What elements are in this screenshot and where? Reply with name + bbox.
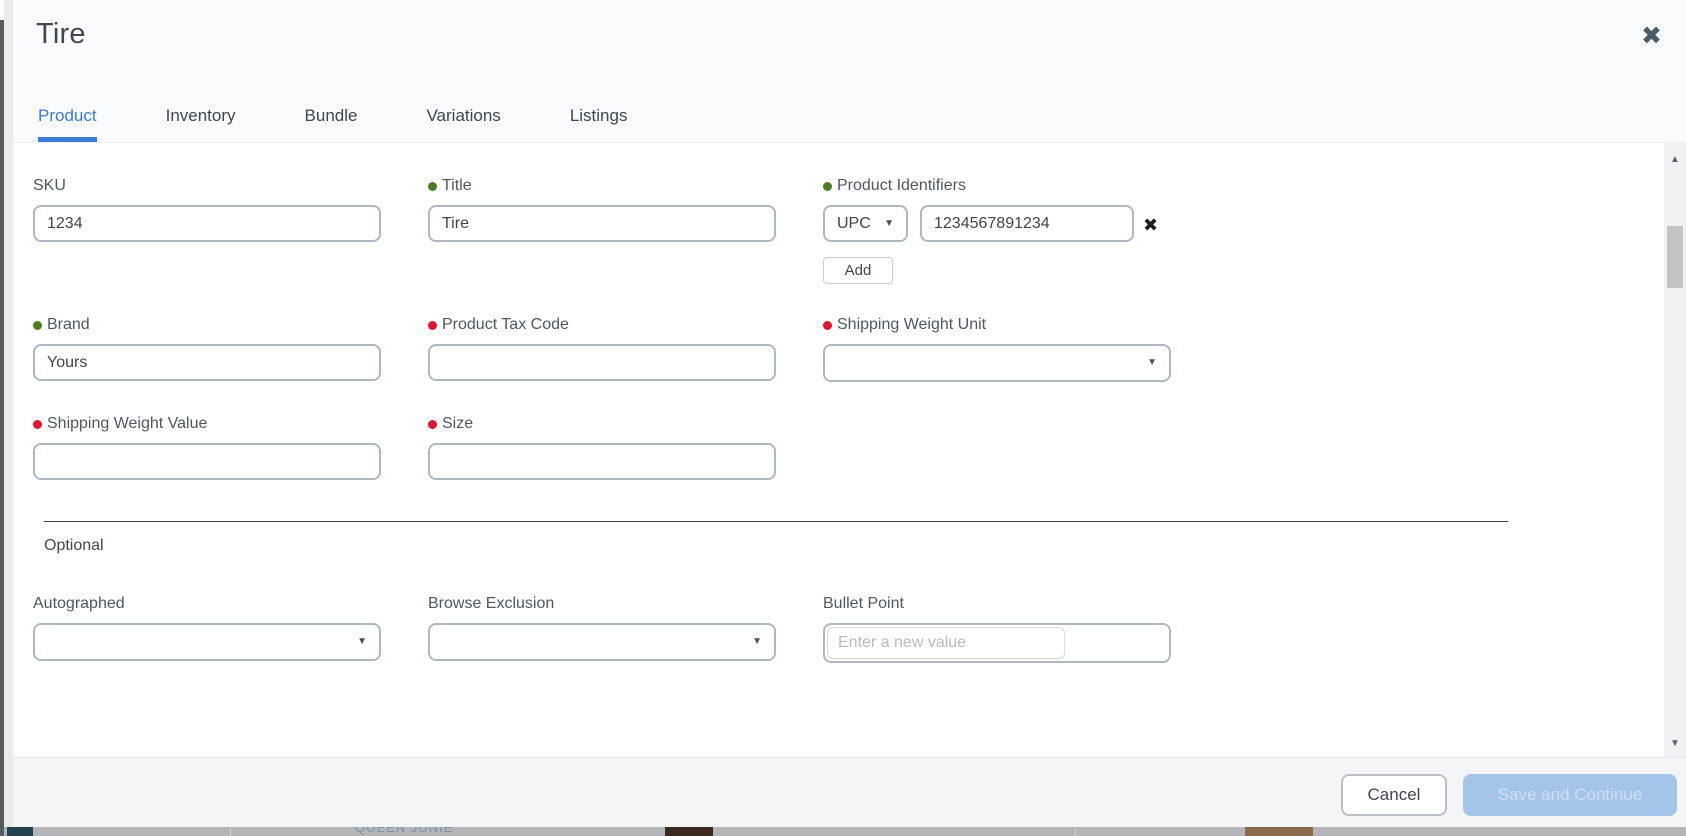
bullet-point-tag-container bbox=[823, 623, 1171, 663]
add-identifier-button[interactable]: Add bbox=[823, 257, 893, 284]
backdrop-gutter bbox=[4, 0, 13, 836]
autographed-label: Autographed bbox=[33, 595, 125, 612]
product-identifiers-label: Product Identifiers bbox=[823, 176, 1183, 196]
sku-label: SKU bbox=[33, 177, 66, 194]
section-divider bbox=[44, 521, 1508, 522]
size-label: Size bbox=[428, 414, 776, 434]
recommended-dot-icon bbox=[428, 181, 437, 191]
sku-input[interactable] bbox=[33, 205, 381, 242]
browse-exclusion-select[interactable]: ▼ bbox=[428, 623, 776, 661]
identifier-type-select[interactable]: UPC ▼ bbox=[823, 205, 908, 242]
modal-title: Tire bbox=[36, 18, 86, 50]
field-title: Title bbox=[428, 176, 776, 242]
chevron-down-icon: ▼ bbox=[357, 636, 367, 647]
background-row-text: QUEEN JUNIE bbox=[355, 827, 454, 835]
shipping-weight-value-label: Shipping Weight Value bbox=[33, 414, 381, 434]
optional-section-label: Optional bbox=[44, 537, 104, 554]
shipping-weight-unit-label: Shipping Weight Unit bbox=[823, 315, 1171, 335]
background-page-sliver: QUEEN JUNIE bbox=[4, 827, 1686, 836]
field-autographed: Autographed ▼ bbox=[33, 594, 381, 661]
field-browse-exclusion: Browse Exclusion ▼ bbox=[428, 594, 776, 661]
size-input[interactable] bbox=[428, 443, 776, 480]
tab-product[interactable]: Product bbox=[38, 106, 97, 142]
screenshot-stage: Tire ✖ Product Inventory Bundle Variatio… bbox=[0, 0, 1686, 836]
vertical-scrollbar[interactable]: ▲ ▼ bbox=[1664, 143, 1686, 757]
field-product-tax-code: Product Tax Code bbox=[428, 315, 776, 381]
chevron-down-icon: ▼ bbox=[752, 636, 762, 647]
save-and-continue-button[interactable]: Save and Continue bbox=[1463, 774, 1677, 816]
bullet-point-input[interactable] bbox=[827, 627, 1065, 659]
scrollbar-thumb[interactable] bbox=[1667, 226, 1683, 288]
product-tax-code-input[interactable] bbox=[428, 344, 776, 381]
field-size: Size bbox=[428, 414, 776, 480]
tab-bar: Product Inventory Bundle Variations List… bbox=[38, 106, 628, 142]
title-input[interactable] bbox=[428, 205, 776, 242]
recommended-dot-icon bbox=[33, 320, 42, 330]
shipping-weight-value-input[interactable] bbox=[33, 443, 381, 480]
chevron-down-icon: ▼ bbox=[1147, 357, 1157, 368]
brand-input[interactable] bbox=[33, 344, 381, 381]
background-product-thumbnail bbox=[665, 827, 713, 836]
shipping-weight-unit-select[interactable]: ▼ bbox=[823, 344, 1171, 382]
required-dot-icon bbox=[428, 320, 437, 330]
title-label: Title bbox=[428, 176, 776, 196]
product-edit-modal: Tire ✖ Product Inventory Bundle Variatio… bbox=[13, 0, 1686, 828]
tab-listings[interactable]: Listings bbox=[570, 106, 628, 138]
background-column-divider bbox=[1075, 827, 1076, 836]
bullet-point-label: Bullet Point bbox=[823, 595, 904, 612]
browse-exclusion-label: Browse Exclusion bbox=[428, 595, 555, 612]
required-dot-icon bbox=[823, 320, 832, 330]
field-bullet-point: Bullet Point bbox=[823, 594, 1171, 663]
identifier-value-input[interactable] bbox=[920, 205, 1134, 242]
chevron-down-icon: ▼ bbox=[884, 218, 894, 229]
background-product-thumbnail bbox=[1245, 827, 1313, 836]
tab-inventory[interactable]: Inventory bbox=[166, 106, 236, 138]
field-product-identifiers: Product Identifiers UPC ▼ ✖ Add bbox=[823, 176, 1183, 284]
cancel-button[interactable]: Cancel bbox=[1341, 774, 1447, 816]
tab-variations[interactable]: Variations bbox=[426, 106, 500, 138]
modal-footer: Cancel Save and Continue bbox=[13, 757, 1686, 828]
tab-bundle[interactable]: Bundle bbox=[305, 106, 358, 138]
scroll-down-icon[interactable]: ▼ bbox=[1664, 735, 1686, 753]
identifier-type-value: UPC bbox=[837, 215, 871, 232]
background-column-divider bbox=[230, 827, 231, 836]
background-page-block bbox=[7, 827, 33, 836]
autographed-select[interactable]: ▼ bbox=[33, 623, 381, 661]
field-sku: SKU bbox=[33, 176, 381, 242]
field-shipping-weight-unit: Shipping Weight Unit ▼ bbox=[823, 315, 1171, 382]
field-brand: Brand bbox=[33, 315, 381, 381]
field-shipping-weight-value: Shipping Weight Value bbox=[33, 414, 381, 480]
product-tax-code-label: Product Tax Code bbox=[428, 315, 776, 335]
required-dot-icon bbox=[33, 419, 42, 429]
remove-identifier-icon[interactable]: ✖ bbox=[1143, 216, 1158, 234]
close-icon[interactable]: ✖ bbox=[1641, 24, 1662, 49]
scroll-up-icon[interactable]: ▲ bbox=[1664, 151, 1686, 169]
modal-header: Tire ✖ Product Inventory Bundle Variatio… bbox=[13, 0, 1686, 143]
required-dot-icon bbox=[428, 419, 437, 429]
recommended-dot-icon bbox=[823, 181, 832, 191]
brand-label: Brand bbox=[33, 315, 381, 335]
modal-scroll-area: SKU Title Product Identifiers UPC bbox=[13, 143, 1686, 757]
